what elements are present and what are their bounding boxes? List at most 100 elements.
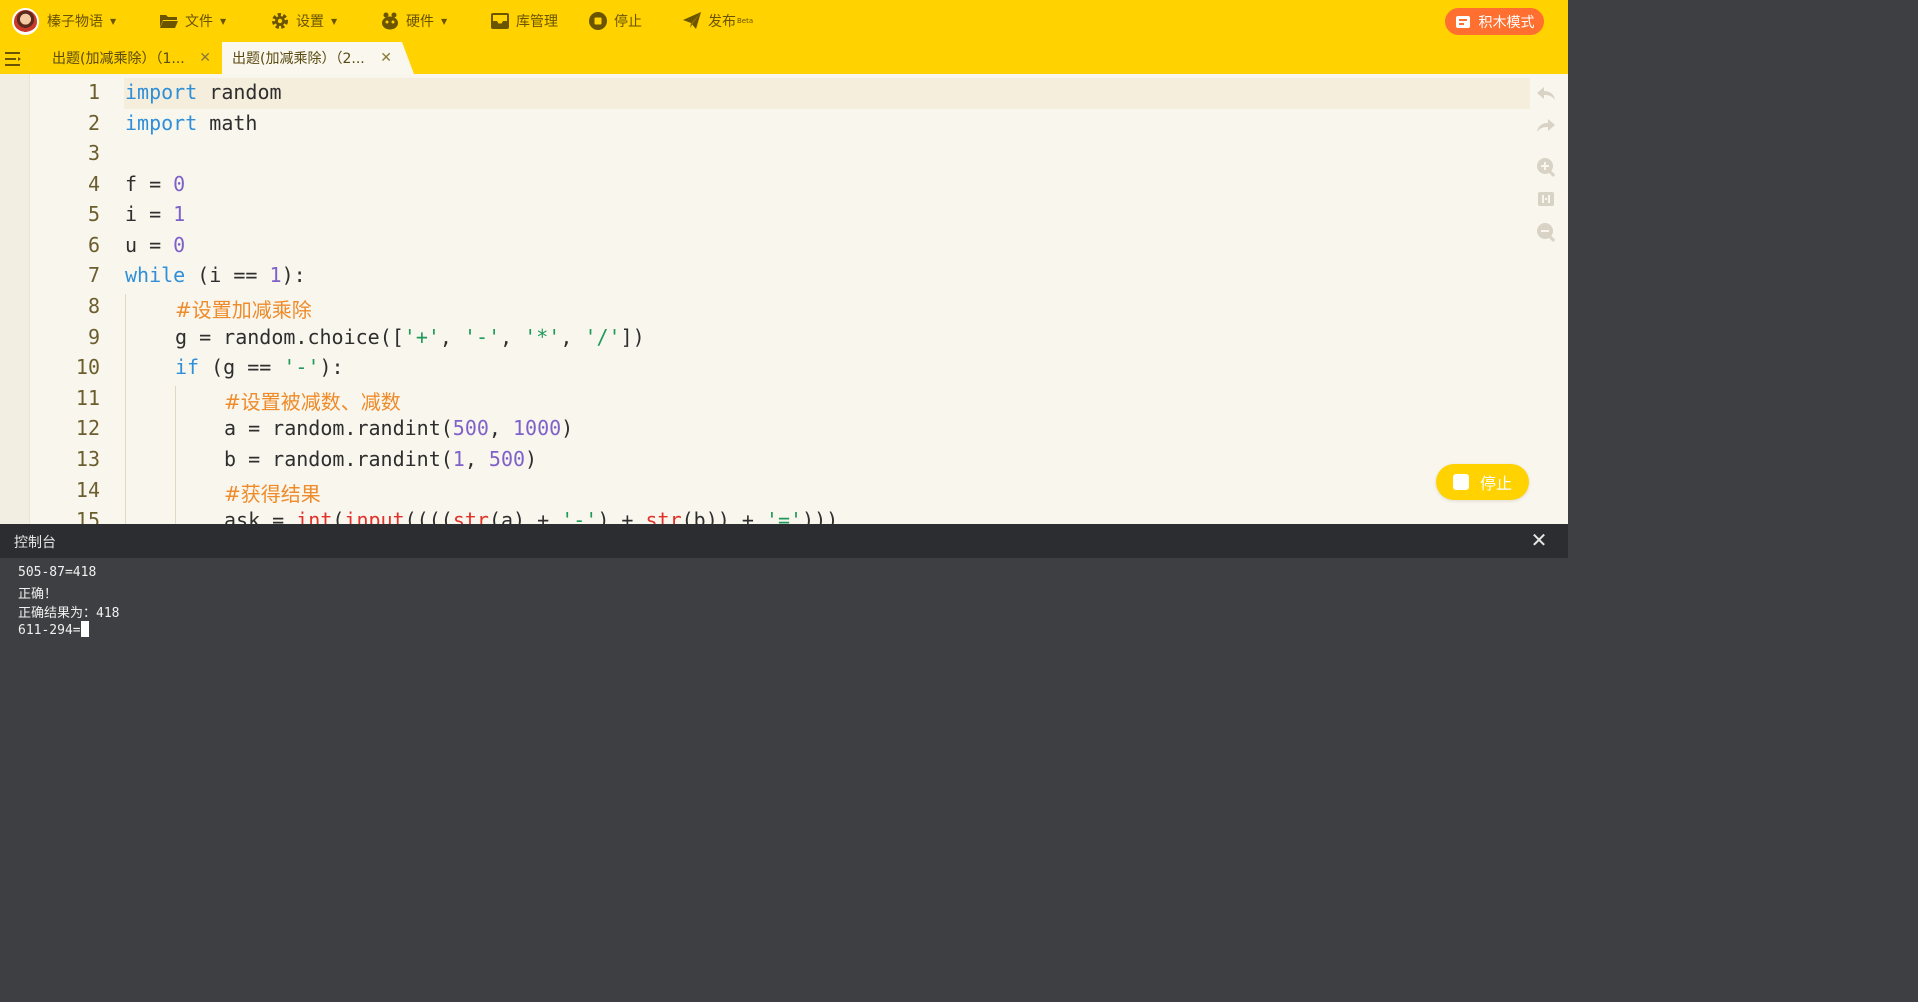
code-text: ask = [224,508,297,524]
code-text: , [560,325,585,349]
comment: #获得结果 [224,482,321,506]
block-mode-label: 积木模式 [1478,14,1535,31]
line-number: 1 [87,80,100,104]
settings-menu[interactable]: 设置 ▼ [270,0,337,42]
string: '=' [765,508,803,524]
file-menu[interactable]: 文件 ▼ [159,0,226,42]
console-header: 控制台 ✕ [0,524,1568,558]
editor-gutter [0,74,30,524]
sidebar-toggle-icon[interactable] [3,49,25,69]
console-output[interactable]: 505-87=418 正确！ 正确结果为：418 611-294= [0,558,1568,819]
console-line: 505-87=418 [18,565,97,580]
console-line: 正确结果为：418 [18,606,120,621]
stop-menu-label: 停止 [614,14,642,30]
settings-menu-label: 设置 [296,14,324,30]
library-menu-label: 库管理 [516,14,558,30]
code-text: (g == [199,355,284,379]
keyword: import [125,111,198,135]
code-line-5: i = 1 [125,202,185,226]
code-text: (a) + [488,508,562,524]
code-text: , [500,325,525,349]
code-line-9: g = random.choice(['+', '-', '*', '/']) [175,325,645,349]
code-text: , [439,325,464,349]
code-text: ): [281,263,306,287]
code-line-11: #设置被减数、减数 [224,386,401,415]
close-icon[interactable]: ✕ [199,50,211,66]
code-content[interactable]: import random import math f = 0 i = 1 u … [125,74,1525,524]
builtin: str [452,508,489,524]
line-number: 15 [75,508,100,524]
zoom-out-icon[interactable] [1535,221,1557,243]
code-line-13: b = random.randint(1, 500) [224,447,537,471]
line-number: 3 [87,141,100,165]
code-editor[interactable]: 1 2 3 4 5 6 7 8 9 10 11 12 13 14 15 impo… [0,74,1568,524]
paper-plane-icon [682,11,702,31]
close-icon[interactable]: ✕ [1528,529,1550,551]
stop-button[interactable]: 停止 [1436,464,1529,500]
line-number: 11 [75,386,100,410]
code-text: (((( [404,508,453,524]
code-line-1: import random [125,80,282,104]
stop-menu[interactable]: 停止 [588,0,642,42]
gear-icon [270,11,290,31]
reset-zoom-icon[interactable] [1535,188,1557,210]
string: '*' [524,325,561,349]
chevron-down-icon: ▼ [110,16,117,26]
line-number: 7 [87,263,100,287]
line-number: 6 [87,233,100,257]
code-text: ))) [802,508,839,524]
code-text: b = random.randint( [224,447,453,471]
builtin: str [645,508,682,524]
undo-icon[interactable] [1535,83,1557,105]
console-input-line[interactable]: 611-294= [18,621,89,638]
publish-menu[interactable]: 发布 Beta [682,0,753,42]
code-text: ]) [620,325,645,349]
line-number: 10 [75,355,100,379]
builtin: input [344,508,405,524]
number: 1 [173,202,186,226]
code-line-12: a = random.randint(500, 1000) [224,416,573,440]
console-line: 611-294= [18,623,81,638]
code-text: a = random.randint( [224,416,453,440]
code-text: f = [125,172,174,196]
block-mode-button[interactable]: 积木模式 [1445,8,1544,35]
redo-icon[interactable] [1535,115,1557,137]
line-number: 8 [87,294,100,318]
stop-button-label: 停止 [1479,474,1512,493]
zoom-in-icon[interactable] [1535,156,1557,178]
code-text: ) + [597,508,646,524]
number: 0 [173,233,186,257]
text-cursor [80,621,89,637]
code-line-14: #获得结果 [224,478,321,507]
code-line-6: u = 0 [125,233,185,257]
tab-label: 出题(加减乘除）（1... [52,51,185,67]
code-text: , [488,416,513,440]
line-number: 4 [87,172,100,196]
hardware-menu-label: 硬件 [406,14,434,30]
chevron-down-icon: ▼ [441,16,448,26]
code-line-8: #设置加减乘除 [175,294,312,323]
number: 1 [452,447,465,471]
code-line-2: import math [125,111,257,135]
line-number: 5 [87,202,100,226]
close-icon[interactable]: ✕ [380,50,392,66]
code-text: i = [125,202,174,226]
top-menu-bar: 榛子物语 ▼ 文件 ▼ 设置 ▼ 硬件 ▼ 库管理 停止 发布 Beta 积木模… [0,0,1568,42]
code-text: ) [525,447,538,471]
chevron-down-icon: ▼ [331,16,338,26]
code-text: ( [332,508,345,524]
keyword: while [125,263,186,287]
code-text: math [197,111,258,135]
hardware-menu[interactable]: 硬件 ▼ [380,0,447,42]
file-menu-label: 文件 [185,14,213,30]
tab-file-1[interactable]: 出题(加减乘除）（1... ✕ [36,42,221,74]
profile-menu[interactable]: 榛子物语 ▼ [12,0,116,42]
string: '/' [584,325,621,349]
code-text: u = [125,233,174,257]
tab-file-2-active[interactable]: 出题(加减乘除）（2... ✕ [222,42,414,74]
code-text: g = random.choice([ [175,325,404,349]
library-menu[interactable]: 库管理 [490,0,558,42]
publish-menu-label: 发布 [708,14,736,30]
stop-circle-icon [588,11,608,31]
chevron-down-icon: ▼ [220,16,227,26]
